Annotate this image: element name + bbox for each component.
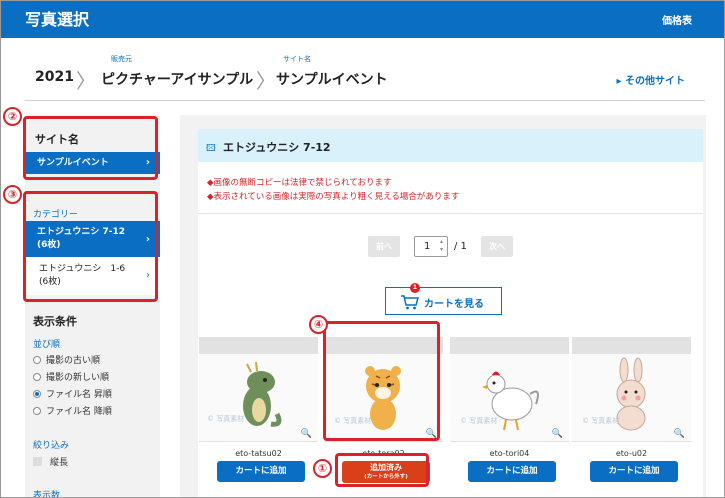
sort-option[interactable]: 撮影の古い順 bbox=[33, 353, 100, 366]
photo-select-page: 写真選択 価格表 2021 〉 販売元 ピクチャーアイサンプル 〉 サイト名 サ… bbox=[0, 0, 725, 498]
photo-filename: eto-tori04 bbox=[489, 449, 530, 458]
sort-option[interactable]: ファイル名 降順 bbox=[33, 404, 112, 417]
breadcrumb-separator-icon: 〉 bbox=[76, 69, 96, 93]
copy-notice: ◆画像の無断コピーは法律で禁じられております bbox=[207, 178, 392, 188]
add-to-cart-button[interactable]: カートに追加 bbox=[217, 461, 305, 482]
view-cart-button[interactable]: 1 カートを見る bbox=[385, 283, 502, 315]
callout-number-1: ① bbox=[313, 459, 332, 478]
main-panel: 🖾 エトジュウニシ 7-12 ◆画像の無断コピーは法律で禁じられております ◆表… bbox=[180, 115, 706, 497]
radio-icon bbox=[33, 373, 41, 381]
prev-page-button[interactable]: 前へ bbox=[368, 236, 400, 257]
photo-card: © 写真素材 🔍 eto-u02 カートに追加 bbox=[572, 337, 691, 487]
callout-box-added-button bbox=[335, 453, 429, 487]
page-select[interactable]: 1 ▴ ▾ bbox=[414, 236, 448, 257]
photo-list-card: 🖾 エトジュウニシ 7-12 ◆画像の無断コピーは法律で禁じられております ◆表… bbox=[198, 129, 703, 497]
photo-filename: eto-tatsu02 bbox=[235, 449, 282, 458]
cart-icon bbox=[401, 295, 419, 310]
callout-box-site bbox=[23, 116, 158, 180]
photo-thumbnail[interactable]: © 写真素材 🔍 bbox=[572, 354, 691, 442]
zoom-icon[interactable]: 🔍 bbox=[552, 429, 563, 439]
radio-icon bbox=[33, 356, 41, 364]
callout-number-4: ④ bbox=[309, 315, 328, 334]
quality-notice: ◆表示されている画像は実際の写真より粗く見える場合があります bbox=[207, 192, 460, 202]
photo-filename: eto-u02 bbox=[615, 449, 648, 458]
page-title: 写真選択 bbox=[25, 10, 90, 29]
breadcrumb-year: 2021 bbox=[35, 69, 74, 85]
cart-count-badge: 1 bbox=[410, 283, 420, 293]
next-page-button[interactable]: 次へ bbox=[481, 236, 513, 257]
category-title-bar: 🖾 エトジュウニシ 7-12 bbox=[198, 129, 703, 162]
page-total: / 1 bbox=[454, 241, 467, 252]
radio-selected-icon bbox=[33, 390, 41, 398]
photo-card: © 写真素材 🔍 eto-tori04 カートに追加 bbox=[450, 337, 569, 487]
other-sites-link[interactable]: ▸ その他サイト bbox=[616, 72, 685, 87]
display-count-caption: 表示数 bbox=[33, 491, 61, 498]
checkbox-icon bbox=[33, 457, 42, 466]
breadcrumb-separator-icon: 〉 bbox=[256, 69, 276, 93]
radio-icon bbox=[33, 407, 41, 415]
category-title: エトジュウニシ 7-12 bbox=[223, 141, 331, 154]
filter-caption: 絞り込み bbox=[33, 441, 70, 451]
divider bbox=[198, 213, 703, 214]
zoom-icon[interactable]: 🔍 bbox=[301, 429, 312, 439]
price-list-link[interactable]: 価格表 bbox=[662, 12, 692, 27]
display-conditions-heading: 表示条件 bbox=[33, 315, 77, 328]
callout-number-2: ② bbox=[3, 107, 22, 126]
album-icon: 🖾 bbox=[206, 144, 216, 154]
breadcrumb: 2021 〉 販売元 ピクチャーアイサンプル 〉 サイト名 サンプルイベント ▸… bbox=[25, 51, 705, 101]
zoom-icon[interactable]: 🔍 bbox=[674, 429, 685, 439]
add-to-cart-button[interactable]: カートに追加 bbox=[468, 461, 556, 482]
photo-thumbnail[interactable]: © 写真素材 🔍 bbox=[450, 354, 569, 442]
add-to-cart-button[interactable]: カートに追加 bbox=[590, 461, 678, 482]
header-bar: 写真選択 価格表 bbox=[1, 1, 724, 38]
photo-thumbnail[interactable]: © 写真素材 🔍 bbox=[199, 354, 318, 442]
sort-option[interactable]: 撮影の新しい順 bbox=[33, 370, 109, 383]
sort-option-selected[interactable]: ファイル名 昇順 bbox=[33, 387, 112, 400]
callout-box-category bbox=[23, 191, 158, 302]
breadcrumb-site-caption: サイト名 bbox=[283, 55, 311, 63]
callout-number-3: ③ bbox=[3, 185, 22, 204]
breadcrumb-site: サンプルイベント bbox=[276, 72, 388, 88]
breadcrumb-seller-caption: 販売元 bbox=[111, 55, 132, 63]
sort-caption: 並び順 bbox=[33, 340, 61, 350]
callout-box-photo bbox=[323, 321, 440, 441]
photo-card: © 写真素材 🔍 eto-tatsu02 カートに追加 bbox=[199, 337, 318, 487]
filter-option-portrait[interactable]: 縦長 bbox=[33, 455, 68, 468]
spinner-icon: ▴ ▾ bbox=[439, 238, 443, 253]
breadcrumb-seller[interactable]: ピクチャーアイサンプル bbox=[101, 69, 253, 89]
